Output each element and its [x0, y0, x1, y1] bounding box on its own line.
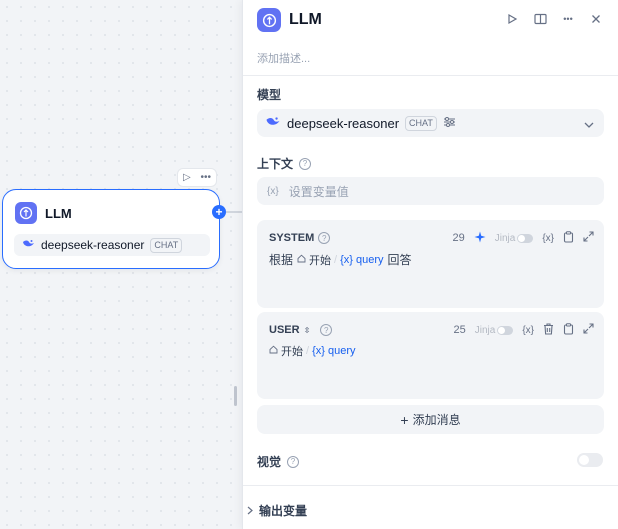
llm-node[interactable]: LLM deepseek-reasoner CHAT	[2, 189, 220, 269]
help-icon[interactable]: ?	[318, 232, 331, 244]
jinja-toggle[interactable]: Jinja	[495, 233, 534, 244]
add-message-label: 添加消息	[412, 413, 461, 427]
run-icon[interactable]	[504, 11, 520, 27]
user-prompt-tools: 25 Jinja {x}	[453, 322, 594, 338]
model-params-icon[interactable]	[443, 116, 456, 131]
token-count: 29	[452, 232, 465, 244]
help-icon[interactable]: ?	[320, 324, 333, 336]
edge-line	[226, 211, 242, 213]
user-role-label[interactable]: USER ⇳ ?	[269, 324, 333, 336]
system-prompt-content[interactable]: 根据 开始 / {x} query 回答	[269, 251, 412, 268]
prompt-text: 回答	[387, 253, 412, 267]
variable-chip: 开始 / {x} query	[297, 252, 384, 268]
node-header: LLM	[15, 202, 72, 224]
home-icon	[297, 254, 306, 266]
vision-label: 视觉 ?	[257, 453, 300, 470]
more-icon[interactable]: •••	[201, 172, 212, 183]
prompt-text: 根据	[269, 253, 294, 267]
panel-resize-handle[interactable]	[234, 386, 237, 406]
system-role-label: SYSTEM ?	[269, 232, 331, 244]
context-label: 上下文 ?	[257, 155, 312, 172]
model-name: deepseek-reasoner	[287, 115, 400, 131]
sparkle-icon[interactable]	[474, 231, 486, 246]
expand-icon[interactable]	[583, 231, 594, 245]
llm-icon	[15, 202, 37, 224]
panel-header: LLM	[257, 8, 322, 32]
node-toolbar: ▷ •••	[177, 168, 217, 187]
deepseek-icon	[22, 238, 35, 252]
variable-icon: {x}	[267, 185, 279, 197]
close-icon[interactable]	[588, 11, 604, 27]
description-input[interactable]: 添加描述...	[257, 50, 310, 66]
plus-icon: +	[400, 411, 409, 428]
user-prompt-content[interactable]: 开始 / {x} query	[269, 343, 355, 359]
book-icon[interactable]	[532, 11, 548, 27]
jinja-toggle[interactable]: Jinja	[475, 325, 514, 336]
run-node-icon[interactable]: ▷	[183, 172, 191, 183]
help-icon[interactable]: ?	[287, 455, 300, 468]
token-count: 25	[453, 324, 466, 336]
divider	[243, 485, 618, 486]
vision-toggle[interactable]	[577, 453, 603, 467]
chevron-right-icon	[247, 504, 253, 518]
model-selector[interactable]: deepseek-reasoner CHAT	[257, 109, 604, 137]
sort-icon[interactable]: ⇳	[304, 326, 311, 335]
node-model-name: deepseek-reasoner	[41, 238, 145, 252]
copy-icon[interactable]	[563, 322, 574, 338]
variable-chip: 开始 / {x} query	[269, 343, 355, 359]
home-icon	[269, 345, 278, 357]
deepseek-icon	[265, 115, 281, 131]
system-prompt-editor[interactable]: SYSTEM ? 29 Jinja {x} 根据 开始 / {x} query …	[257, 220, 604, 308]
expand-icon[interactable]	[583, 323, 594, 337]
panel-title[interactable]: LLM	[289, 11, 322, 29]
context-variable-input[interactable]: {x} 设置变量值	[257, 177, 604, 205]
system-prompt-tools: 29 Jinja {x}	[452, 230, 594, 246]
add-message-button[interactable]: + 添加消息	[257, 405, 604, 434]
llm-icon	[257, 8, 281, 32]
insert-variable-icon[interactable]: {x}	[542, 233, 554, 244]
user-prompt-header: USER ⇳ ? 25 Jinja {x}	[269, 322, 594, 338]
more-icon[interactable]: •••	[560, 11, 576, 27]
context-placeholder: 设置变量值	[288, 184, 349, 199]
divider	[243, 75, 618, 76]
help-icon[interactable]: ?	[299, 157, 312, 170]
system-prompt-header: SYSTEM ? 29 Jinja {x}	[269, 230, 594, 246]
chat-mode-tag: CHAT	[150, 237, 183, 253]
copy-icon[interactable]	[563, 230, 574, 246]
node-title: LLM	[45, 205, 72, 221]
model-label: 模型	[257, 88, 282, 102]
add-next-node-handle[interactable]: +	[212, 205, 226, 219]
node-settings-panel: LLM ••• 添加描述... 模型 deepseek-reasoner CHA…	[242, 0, 618, 529]
chat-mode-tag: CHAT	[405, 115, 437, 131]
output-variables-section[interactable]: 输出变量	[247, 502, 307, 519]
insert-variable-icon[interactable]: {x}	[522, 325, 534, 336]
panel-actions: •••	[504, 11, 604, 27]
node-model-badge: deepseek-reasoner CHAT	[14, 234, 210, 256]
output-variables-label: 输出变量	[259, 504, 308, 518]
user-prompt-editor[interactable]: USER ⇳ ? 25 Jinja {x} 开始 / {x} query	[257, 312, 604, 399]
chevron-down-icon	[584, 116, 594, 131]
trash-icon[interactable]	[543, 322, 554, 338]
